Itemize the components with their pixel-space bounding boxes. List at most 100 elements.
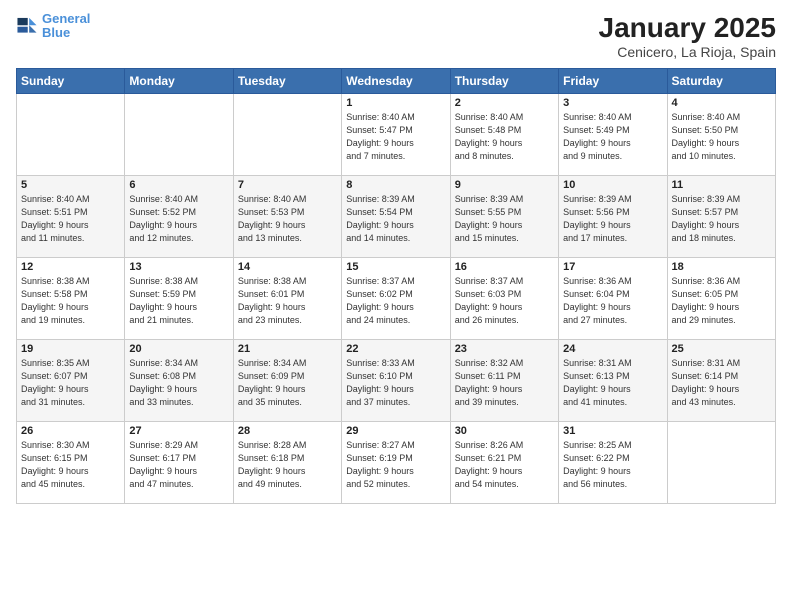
logo: General Blue [16,12,90,41]
day-number: 8 [346,179,445,191]
day-info: Sunrise: 8:39 AM Sunset: 5:56 PM Dayligh… [563,193,662,245]
day-number: 25 [672,343,771,355]
day-info: Sunrise: 8:40 AM Sunset: 5:47 PM Dayligh… [346,111,445,163]
calendar-cell: 6 Sunrise: 8:40 AM Sunset: 5:52 PM Daylig… [125,176,233,258]
calendar-cell: 20 Sunrise: 8:34 AM Sunset: 6:08 PM Dayli… [125,340,233,422]
calendar-header-wednesday: Wednesday [342,69,450,94]
day-number: 26 [21,425,120,437]
day-number: 15 [346,261,445,273]
day-info: Sunrise: 8:29 AM Sunset: 6:17 PM Dayligh… [129,439,228,491]
calendar-week-4: 19 Sunrise: 8:35 AM Sunset: 6:07 PM Dayli… [17,340,776,422]
day-number: 7 [238,179,337,191]
day-info: Sunrise: 8:31 AM Sunset: 6:14 PM Dayligh… [672,357,771,409]
day-info: Sunrise: 8:32 AM Sunset: 6:11 PM Dayligh… [455,357,554,409]
calendar-cell: 16 Sunrise: 8:37 AM Sunset: 6:03 PM Dayli… [450,258,558,340]
day-info: Sunrise: 8:36 AM Sunset: 6:04 PM Dayligh… [563,275,662,327]
calendar-header-saturday: Saturday [667,69,775,94]
calendar-cell: 13 Sunrise: 8:38 AM Sunset: 5:59 PM Dayli… [125,258,233,340]
day-info: Sunrise: 8:39 AM Sunset: 5:57 PM Dayligh… [672,193,771,245]
calendar-header-row: SundayMondayTuesdayWednesdayThursdayFrid… [17,69,776,94]
day-info: Sunrise: 8:39 AM Sunset: 5:54 PM Dayligh… [346,193,445,245]
calendar-cell: 2 Sunrise: 8:40 AM Sunset: 5:48 PM Daylig… [450,94,558,176]
day-info: Sunrise: 8:27 AM Sunset: 6:19 PM Dayligh… [346,439,445,491]
day-info: Sunrise: 8:25 AM Sunset: 6:22 PM Dayligh… [563,439,662,491]
day-number: 10 [563,179,662,191]
day-info: Sunrise: 8:40 AM Sunset: 5:52 PM Dayligh… [129,193,228,245]
day-info: Sunrise: 8:40 AM Sunset: 5:51 PM Dayligh… [21,193,120,245]
calendar-cell: 10 Sunrise: 8:39 AM Sunset: 5:56 PM Dayli… [559,176,667,258]
calendar-header-tuesday: Tuesday [233,69,341,94]
calendar-cell: 21 Sunrise: 8:34 AM Sunset: 6:09 PM Dayli… [233,340,341,422]
day-info: Sunrise: 8:26 AM Sunset: 6:21 PM Dayligh… [455,439,554,491]
day-info: Sunrise: 8:33 AM Sunset: 6:10 PM Dayligh… [346,357,445,409]
day-info: Sunrise: 8:39 AM Sunset: 5:55 PM Dayligh… [455,193,554,245]
day-number: 19 [21,343,120,355]
calendar-cell [233,94,341,176]
calendar-cell: 11Sunrise: 8:39 AM Sunset: 5:57 PM Dayli… [667,176,775,258]
day-info: Sunrise: 8:34 AM Sunset: 6:09 PM Dayligh… [238,357,337,409]
logo-line1: General [42,12,90,26]
day-info: Sunrise: 8:35 AM Sunset: 6:07 PM Dayligh… [21,357,120,409]
calendar-header-sunday: Sunday [17,69,125,94]
calendar-week-1: 1 Sunrise: 8:40 AM Sunset: 5:47 PM Daylig… [17,94,776,176]
day-number: 17 [563,261,662,273]
logo-line2: Blue [42,26,90,40]
calendar-cell: 12Sunrise: 8:38 AM Sunset: 5:58 PM Dayli… [17,258,125,340]
calendar-cell: 9 Sunrise: 8:39 AM Sunset: 5:55 PM Daylig… [450,176,558,258]
calendar-cell: 29 Sunrise: 8:27 AM Sunset: 6:19 PM Dayli… [342,422,450,504]
day-number: 31 [563,425,662,437]
calendar-cell: 23Sunrise: 8:32 AM Sunset: 6:11 PM Dayli… [450,340,558,422]
day-number: 16 [455,261,554,273]
day-number: 5 [21,179,120,191]
calendar-week-3: 12Sunrise: 8:38 AM Sunset: 5:58 PM Dayli… [17,258,776,340]
day-number: 21 [238,343,337,355]
calendar-week-5: 26 Sunrise: 8:30 AM Sunset: 6:15 PM Dayli… [17,422,776,504]
calendar-cell: 31 Sunrise: 8:25 AM Sunset: 6:22 PM Dayli… [559,422,667,504]
calendar-cell: 30 Sunrise: 8:26 AM Sunset: 6:21 PM Dayli… [450,422,558,504]
calendar-cell: 28Sunrise: 8:28 AM Sunset: 6:18 PM Dayli… [233,422,341,504]
calendar-cell: 15 Sunrise: 8:37 AM Sunset: 6:02 PM Dayli… [342,258,450,340]
day-info: Sunrise: 8:40 AM Sunset: 5:48 PM Dayligh… [455,111,554,163]
logo-icon [16,15,38,37]
day-number: 13 [129,261,228,273]
day-number: 22 [346,343,445,355]
day-number: 2 [455,97,554,109]
logo-text-block: General Blue [42,12,90,41]
day-number: 29 [346,425,445,437]
day-number: 9 [455,179,554,191]
calendar: SundayMondayTuesdayWednesdayThursdayFrid… [16,68,776,504]
calendar-cell [667,422,775,504]
day-info: Sunrise: 8:38 AM Sunset: 5:59 PM Dayligh… [129,275,228,327]
calendar-cell [17,94,125,176]
day-info: Sunrise: 8:40 AM Sunset: 5:50 PM Dayligh… [672,111,771,163]
day-number: 1 [346,97,445,109]
day-info: Sunrise: 8:36 AM Sunset: 6:05 PM Dayligh… [672,275,771,327]
day-info: Sunrise: 8:37 AM Sunset: 6:02 PM Dayligh… [346,275,445,327]
day-info: Sunrise: 8:37 AM Sunset: 6:03 PM Dayligh… [455,275,554,327]
calendar-cell: 14Sunrise: 8:38 AM Sunset: 6:01 PM Dayli… [233,258,341,340]
calendar-cell: 1 Sunrise: 8:40 AM Sunset: 5:47 PM Daylig… [342,94,450,176]
day-number: 30 [455,425,554,437]
day-number: 20 [129,343,228,355]
main-title: January 2025 [599,12,776,44]
subtitle: Cenicero, La Rioja, Spain [599,44,776,60]
calendar-cell: 25 Sunrise: 8:31 AM Sunset: 6:14 PM Dayli… [667,340,775,422]
calendar-cell: 3Sunrise: 8:40 AM Sunset: 5:49 PM Daylig… [559,94,667,176]
day-info: Sunrise: 8:34 AM Sunset: 6:08 PM Dayligh… [129,357,228,409]
calendar-cell: 4 Sunrise: 8:40 AM Sunset: 5:50 PM Daylig… [667,94,775,176]
day-info: Sunrise: 8:40 AM Sunset: 5:53 PM Dayligh… [238,193,337,245]
calendar-cell: 19 Sunrise: 8:35 AM Sunset: 6:07 PM Dayli… [17,340,125,422]
calendar-week-2: 5 Sunrise: 8:40 AM Sunset: 5:51 PM Daylig… [17,176,776,258]
calendar-cell [125,94,233,176]
calendar-cell: 7 Sunrise: 8:40 AM Sunset: 5:53 PM Daylig… [233,176,341,258]
day-number: 6 [129,179,228,191]
day-info: Sunrise: 8:38 AM Sunset: 6:01 PM Dayligh… [238,275,337,327]
day-number: 3 [563,97,662,109]
day-number: 4 [672,97,771,109]
day-info: Sunrise: 8:30 AM Sunset: 6:15 PM Dayligh… [21,439,120,491]
calendar-header-monday: Monday [125,69,233,94]
calendar-header-friday: Friday [559,69,667,94]
calendar-cell: 27Sunrise: 8:29 AM Sunset: 6:17 PM Dayli… [125,422,233,504]
calendar-cell: 24Sunrise: 8:31 AM Sunset: 6:13 PM Dayli… [559,340,667,422]
header: General Blue January 2025 Cenicero, La R… [16,12,776,60]
